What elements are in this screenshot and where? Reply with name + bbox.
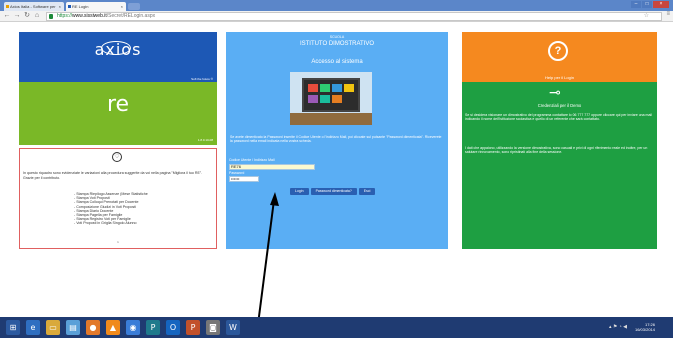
forward-icon[interactable]: →: [13, 12, 21, 20]
reload-icon[interactable]: ↻: [23, 12, 31, 20]
user-field-label: Codice Utente / Indirizzo Mail: [229, 158, 275, 162]
notice-list: - Stampa Riepilogo Assenze (Mese Statist…: [74, 192, 148, 226]
tab-favicon-icon: [68, 5, 71, 8]
lock-icon: [49, 14, 53, 19]
app-square-icon: [344, 84, 354, 92]
powerpoint-icon[interactable]: P: [186, 320, 200, 335]
school-name: ISTITUTO DIMOSTRATIVO: [299, 41, 375, 47]
login-panel: SCUOLA ISTITUTO DIMOSTRATIVO Accesso al …: [226, 32, 448, 249]
browser-tab-strip: Axios Italia - Software per × RE Login ×…: [0, 0, 673, 11]
explorer-icon[interactable]: ▭: [46, 320, 60, 335]
tab-label: RE Login: [72, 4, 89, 9]
list-item: - Voti Proposti in Griglia Singolo Alunn…: [74, 221, 137, 226]
demo-tile: ⊸ Credenziali per il Demo Se si desidera…: [462, 82, 657, 249]
login-school-label: SCUOLA: [329, 35, 345, 39]
url-host: www.sissiweb.it: [72, 13, 107, 19]
browser-toolbar: ← → ↻ ⌂ https://www.sissiweb.it/Secret/R…: [0, 11, 673, 22]
url-path: /Secret/RELogin.aspx: [106, 13, 156, 19]
re-version: 1.8.0.10-08: [197, 138, 213, 142]
close-window-button[interactable]: ×: [653, 1, 669, 8]
browser-menu-icon[interactable]: ≡: [666, 11, 670, 17]
axios-tagline: Soft the future ®: [191, 77, 213, 81]
chrome-icon[interactable]: ◉: [126, 320, 140, 335]
user-input[interactable]: RE76: [229, 164, 315, 170]
screen: Axios Italia - Software per × RE Login ×…: [0, 0, 673, 338]
app-square-icon: [308, 84, 318, 92]
minimize-button[interactable]: –: [631, 1, 641, 8]
notice-pager[interactable]: 1: [20, 240, 216, 244]
list-item: - Stampa Colloqui Prenotati per Docente: [74, 200, 139, 205]
bookmark-star-icon[interactable]: ☆: [644, 13, 649, 20]
tab-favicon-icon: [6, 5, 9, 8]
re-tile[interactable]: re 1.8.0.10-08: [19, 82, 217, 145]
start-icon[interactable]: ⊞: [6, 320, 20, 335]
key-icon: ⊸: [549, 84, 561, 100]
password-field-label: Password: [229, 171, 245, 175]
help-tile[interactable]: ? Help per il Login: [462, 32, 657, 85]
exit-button[interactable]: Esci: [358, 188, 376, 195]
password-input[interactable]: ••••••: [229, 176, 259, 182]
demo-text-contact: Se si desidera visionare un dimostrativo…: [465, 113, 652, 122]
app-square-icon: [308, 95, 318, 103]
axios-tile[interactable]: axios Soft the future ®: [19, 32, 217, 85]
axios-logo: axios: [94, 40, 142, 59]
login-button-row: Login Password dimenticata? Esci: [290, 188, 376, 195]
outlook-icon[interactable]: O: [166, 320, 180, 335]
tray-icons[interactable]: ▴ ⚑ ◔ ◀: [609, 324, 627, 330]
tab-axios[interactable]: Axios Italia - Software per ×: [4, 2, 64, 11]
vlc-icon[interactable]: ▲: [106, 320, 120, 335]
re-logo: re: [106, 92, 130, 117]
app-square-icon: [332, 84, 342, 92]
monitor-icon: [302, 78, 360, 112]
camera-icon[interactable]: ◙: [206, 320, 220, 335]
tab-label: Axios Italia - Software per: [10, 4, 56, 9]
url-scheme: https://: [57, 13, 73, 19]
publisher-icon[interactable]: P: [146, 320, 160, 335]
home-icon[interactable]: ⌂: [33, 12, 41, 20]
tab-re-login[interactable]: RE Login ×: [66, 2, 126, 11]
address-bar[interactable]: https://www.sissiweb.it/Secret/RELogin.a…: [46, 12, 662, 21]
firefox-icon[interactable]: ●: [86, 320, 100, 335]
demo-text-disclaimer: I dati che appaiono, utilizzando la vers…: [465, 146, 648, 155]
taskbar: ⊞ e ▭ ▤ ● ▲ ◉ P O P ◙ W ▴ ⚑ ◔ ◀ 17:26 16…: [0, 317, 673, 338]
notice-text: In questo riquadro sono evidenziate le v…: [23, 171, 203, 180]
question-icon: ?: [548, 41, 568, 61]
help-label: Help per il Login: [545, 75, 574, 80]
tab-close-icon[interactable]: ×: [59, 2, 61, 11]
login-button[interactable]: Login: [290, 188, 309, 195]
login-subtitle: Accesso al sistema: [311, 59, 363, 65]
window-controls: – □ ×: [631, 1, 669, 8]
page: axios Soft the future ® re 1.8.0.10-08 ♡…: [0, 22, 673, 317]
demo-title: Credenziali per il Demo: [537, 103, 582, 108]
maximize-button[interactable]: □: [642, 1, 652, 8]
notes-icon[interactable]: ▤: [66, 320, 80, 335]
suggestions-notice: ♡ In questo riquadro sono evidenziate le…: [19, 148, 217, 249]
login-info-text: Se avete dimenticato la Password inserit…: [230, 135, 442, 143]
back-icon[interactable]: ←: [3, 12, 11, 20]
login-illustration: [290, 72, 372, 125]
clock[interactable]: 17:26 16/03/2014: [635, 322, 655, 332]
lightbulb-icon: ♡: [112, 152, 122, 162]
desk-shape: [290, 113, 372, 125]
tab-close-icon[interactable]: ×: [121, 2, 123, 11]
app-square-icon: [320, 95, 330, 103]
ie-icon[interactable]: e: [26, 320, 40, 335]
app-square-icon: [332, 95, 342, 103]
new-tab-button[interactable]: [128, 3, 140, 10]
clock-date: 16/03/2014: [634, 327, 655, 332]
app-square-icon: [320, 84, 330, 92]
word-icon[interactable]: W: [226, 320, 240, 335]
forgot-password-button[interactable]: Password dimenticata?: [310, 188, 357, 195]
